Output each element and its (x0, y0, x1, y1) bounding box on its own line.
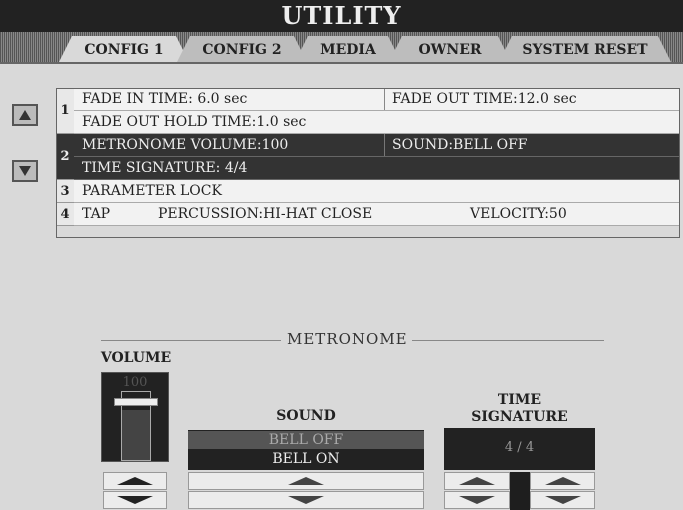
triangle-down-icon (117, 496, 153, 504)
volume-label: VOLUME (100, 350, 172, 366)
fade-out-hold-time[interactable]: FADE OUT HOLD TIME:1.0 sec (74, 111, 306, 133)
tap-velocity[interactable]: VELOCITY:50 (462, 203, 567, 225)
section-line-right (412, 340, 604, 341)
sound-label: SOUND (276, 408, 336, 424)
list-row-tap[interactable]: TAP PERCUSSION:HI-HAT CLOSE VELOCITY:50 (74, 203, 680, 226)
time-signature-select[interactable]: 4 / 4 (444, 428, 595, 470)
time-signature-numerator-up-button[interactable] (444, 472, 510, 490)
sound-down-button[interactable] (188, 491, 424, 509)
time-signature-separator (510, 472, 530, 510)
time-signature-denominator-down-button[interactable] (530, 491, 595, 509)
volume-value: 100 (122, 375, 148, 390)
time-signature-label: TIME SIGNATURE (444, 392, 595, 426)
volume-slider-fill (122, 410, 150, 460)
metronome-volume[interactable]: METRONOME VOLUME:100 (74, 134, 288, 156)
time-signature-denominator-up-button[interactable] (530, 472, 595, 490)
fade-in-time[interactable]: FADE IN TIME: 6.0 sec (74, 88, 247, 110)
tap-label[interactable]: TAP (74, 203, 110, 225)
tap-percussion[interactable]: PERCUSSION:HI-HAT CLOSE (150, 203, 372, 225)
time-signature[interactable]: TIME SIGNATURE: 4/4 (74, 157, 247, 179)
utility-screen: UTILITY CONFIG 1 CONFIG 2 MEDIA OWNER SY… (0, 0, 683, 510)
fade-out-time[interactable]: FADE OUT TIME:12.0 sec (384, 88, 577, 110)
item-number-3: 3 (56, 180, 74, 203)
metronome-sound[interactable]: SOUND:BELL OFF (384, 134, 528, 156)
volume-slider-knob[interactable] (114, 398, 158, 406)
parameter-list: 1 FADE IN TIME: 6.0 sec FADE OUT TIME:12… (56, 88, 680, 238)
triangle-up-icon (288, 477, 324, 485)
list-row-time-signature[interactable]: TIME SIGNATURE: 4/4 (74, 157, 680, 180)
scroll-down-button[interactable] (12, 160, 38, 182)
item-number-2: 2 (56, 134, 74, 180)
sound-up-button[interactable] (188, 472, 424, 490)
time-signature-numerator-down-button[interactable] (444, 491, 510, 509)
triangle-up-icon (19, 110, 31, 120)
triangle-down-icon (19, 166, 31, 176)
section-line-left (101, 340, 281, 341)
volume-slider-track[interactable] (114, 391, 158, 461)
time-signature-label-line-2: SIGNATURE (471, 409, 568, 425)
list-row-metronome[interactable]: METRONOME VOLUME:100 SOUND:BELL OFF (74, 134, 680, 157)
tab-config-1[interactable]: CONFIG 1 (58, 36, 190, 64)
sound-option-bell-off[interactable]: BELL OFF (188, 431, 424, 449)
item-number-4: 4 (56, 203, 74, 226)
volume-down-button[interactable] (103, 491, 167, 509)
parameter-lock[interactable]: PARAMETER LOCK (74, 180, 222, 202)
triangle-down-icon (544, 496, 581, 504)
scroll-up-button[interactable] (12, 104, 38, 126)
sound-option-bell-on[interactable]: BELL ON (188, 450, 424, 468)
sound-select[interactable]: BELL OFF BELL ON (188, 430, 424, 470)
triangle-up-icon (117, 477, 153, 485)
metronome-section-title: METRONOME (287, 330, 408, 348)
item-number-1: 1 (56, 88, 74, 134)
list-row-parameter-lock[interactable]: PARAMETER LOCK (74, 180, 680, 203)
triangle-up-icon (459, 477, 495, 485)
tab-system-reset[interactable]: SYSTEM RESET (498, 36, 672, 64)
tab-divider (0, 62, 683, 64)
time-signature-label-line-1: TIME (497, 392, 542, 408)
time-signature-value: 4 / 4 (504, 440, 535, 455)
tab-owner[interactable]: OWNER (388, 36, 512, 64)
list-row-fade-hold[interactable]: FADE OUT HOLD TIME:1.0 sec (74, 111, 680, 134)
triangle-up-icon (544, 477, 581, 485)
tab-config-2[interactable]: CONFIG 2 (176, 36, 308, 64)
tab-media[interactable]: MEDIA (294, 36, 402, 64)
page-title: UTILITY (0, 0, 683, 32)
triangle-down-icon (459, 496, 495, 504)
volume-up-button[interactable] (103, 472, 167, 490)
triangle-down-icon (288, 496, 324, 504)
tab-strip: CONFIG 1 CONFIG 2 MEDIA OWNER SYSTEM RES… (0, 32, 683, 64)
volume-slider-box: 100 (101, 372, 169, 462)
list-row-fade-times[interactable]: FADE IN TIME: 6.0 sec FADE OUT TIME:12.0… (74, 88, 680, 111)
